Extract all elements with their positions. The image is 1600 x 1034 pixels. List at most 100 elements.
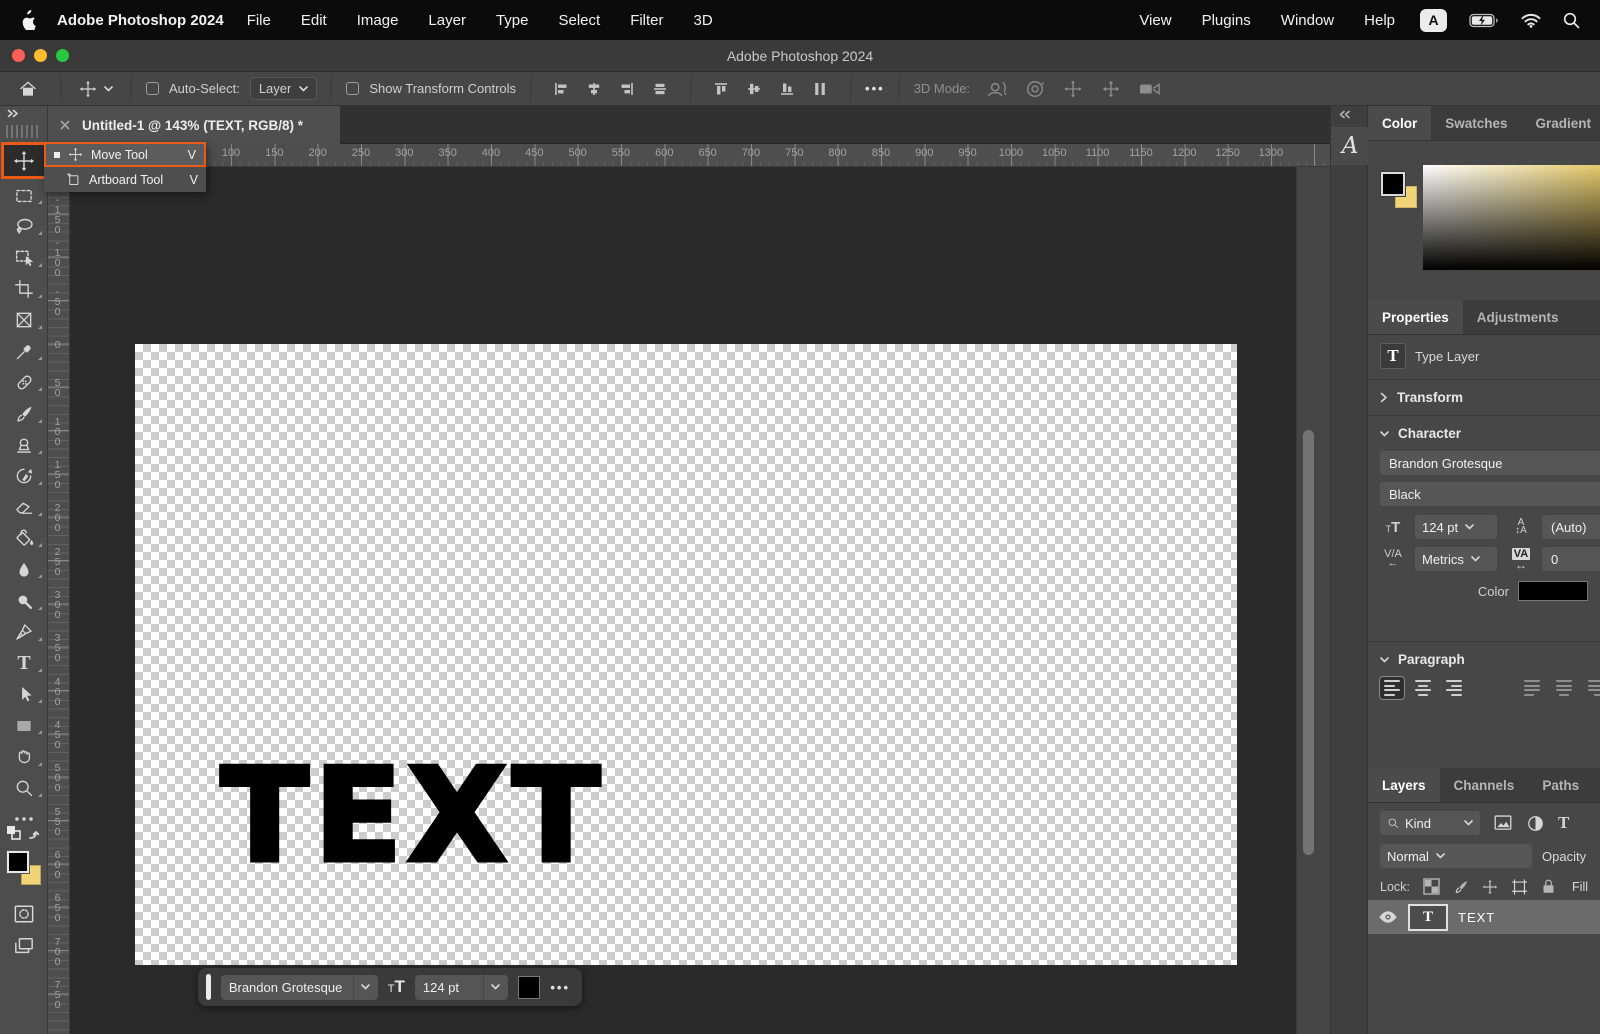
menu-item[interactable]: Image (342, 12, 414, 29)
menu-item[interactable]: 3D (679, 12, 728, 29)
menu-item[interactable]: Layer (413, 12, 481, 29)
align-left-button[interactable] (1380, 677, 1404, 699)
context-text-color-swatch[interactable] (518, 976, 540, 999)
foreground-color-swatch[interactable] (1381, 172, 1405, 196)
character-panel-collapsed-icon[interactable]: A (1331, 127, 1369, 165)
justify-last-right-button[interactable] (1584, 677, 1600, 699)
type-tool[interactable]: T (0, 648, 48, 679)
lock-artboard-icon[interactable] (1511, 879, 1528, 895)
horizontal-ruler[interactable]: 1001502002503003504004505005506006507007… (70, 144, 1330, 167)
screen-mode-button[interactable] (0, 930, 48, 961)
context-more-button[interactable]: ••• (550, 980, 570, 995)
path-selection-tool[interactable] (0, 679, 48, 710)
leading-field[interactable]: (Auto) (1542, 515, 1600, 539)
brush-tool[interactable] (0, 398, 48, 429)
apple-icon[interactable] (20, 10, 37, 30)
text-color-swatch[interactable] (1518, 581, 1588, 601)
window-close-button[interactable] (12, 49, 25, 62)
layer-filter-dropdown[interactable]: Kind (1380, 811, 1480, 835)
lock-position-icon[interactable] (1482, 879, 1498, 895)
menu-item[interactable]: Plugins (1187, 12, 1266, 29)
lock-all-icon[interactable] (1541, 878, 1556, 895)
menu-item[interactable]: Type (481, 12, 544, 29)
menu-item[interactable]: File (232, 12, 286, 29)
frame-tool[interactable] (0, 305, 48, 336)
hand-tool[interactable] (0, 741, 48, 772)
layer-name[interactable]: TEXT (1458, 910, 1495, 925)
transform-section-header[interactable]: Transform (1368, 380, 1600, 415)
justify-last-center-button[interactable] (1552, 677, 1576, 699)
kerning-field[interactable]: 0 (1542, 547, 1600, 571)
options-more-button[interactable]: ••• (865, 81, 885, 96)
canvas[interactable]: TEXT (135, 344, 1237, 965)
tab-adjustments[interactable]: Adjustments (1463, 300, 1573, 334)
align-center-button[interactable] (1411, 677, 1435, 699)
layer-visibility-eye-icon[interactable] (1378, 910, 1398, 924)
dodge-tool[interactable] (0, 585, 48, 616)
tab-channels[interactable]: Channels (1440, 768, 1529, 802)
layer-row-text[interactable]: T TEXT (1368, 900, 1600, 934)
distribute-horizontal-icon[interactable] (652, 81, 668, 97)
auto-select-target-dropdown[interactable]: Layer (250, 77, 318, 100)
history-brush-tool[interactable] (0, 461, 48, 492)
filter-type-icon[interactable]: T (1558, 813, 1569, 833)
window-zoom-button[interactable] (56, 49, 69, 62)
lasso-tool[interactable] (0, 211, 48, 242)
tab-paths[interactable]: Paths (1528, 768, 1593, 802)
home-icon[interactable] (10, 79, 46, 99)
character-section-header[interactable]: Character (1368, 416, 1600, 451)
crop-tool[interactable] (0, 274, 48, 305)
3d-slide-icon[interactable] (1100, 79, 1122, 99)
tab-layers[interactable]: Layers (1368, 768, 1440, 802)
zoom-tool[interactable] (0, 773, 48, 804)
window-minimize-button[interactable] (34, 49, 47, 62)
menu-item[interactable]: Filter (615, 12, 678, 29)
context-bar-drag-handle[interactable] (206, 974, 211, 1000)
input-source-indicator[interactable]: A (1420, 9, 1447, 32)
paint-bucket-tool[interactable] (0, 523, 48, 554)
lock-pixels-icon[interactable] (1453, 879, 1469, 895)
align-right-button[interactable] (1442, 677, 1466, 699)
align-top-edges-icon[interactable] (713, 81, 729, 97)
color-picker-field[interactable] (1423, 165, 1600, 270)
clone-stamp-tool[interactable] (0, 430, 48, 461)
font-family-field[interactable]: Brandon Grotesque (1380, 451, 1600, 475)
eraser-tool[interactable] (0, 492, 48, 523)
3d-roll-icon[interactable] (1024, 79, 1046, 99)
battery-icon[interactable] (1469, 13, 1499, 28)
spot-healing-brush-tool[interactable] (0, 367, 48, 398)
document-tab[interactable]: Untitled-1 @ 143% (TEXT, RGB/8) * (48, 106, 340, 144)
lock-transparency-icon[interactable] (1423, 878, 1440, 895)
move-tool-option-icon[interactable] (75, 80, 117, 98)
filter-adjustment-icon[interactable] (1526, 814, 1545, 833)
show-transform-checkbox[interactable] (346, 82, 359, 95)
3d-pan-icon[interactable] (1062, 79, 1084, 99)
context-font-family-dropdown[interactable]: Brandon Grotesque (221, 975, 378, 1000)
font-size-dropdown[interactable]: 124 pt (1415, 515, 1497, 539)
align-left-edges-icon[interactable] (553, 81, 569, 97)
3d-orbit-icon[interactable] (986, 79, 1008, 99)
flyout-item-artboard-tool[interactable]: Artboard Tool V (44, 167, 206, 192)
justify-last-left-button[interactable] (1520, 677, 1544, 699)
flyout-item-move-tool[interactable]: Move Tool V (44, 142, 206, 167)
layer-thumbnail[interactable]: T (1408, 904, 1448, 931)
rectangle-tool[interactable] (0, 710, 48, 741)
tab-close-icon[interactable] (60, 120, 70, 130)
menu-item[interactable]: Window (1266, 12, 1349, 29)
tab-swatches[interactable]: Swatches (1431, 106, 1521, 140)
menu-item[interactable]: Help (1349, 12, 1410, 29)
tab-gradient[interactable]: Gradient (1522, 106, 1600, 140)
menu-item[interactable]: Edit (286, 12, 342, 29)
rectangular-marquee-tool[interactable] (0, 180, 48, 211)
toolbar-collapse-icon[interactable] (0, 106, 47, 122)
eyedropper-tool[interactable] (0, 336, 48, 367)
spotlight-search-icon[interactable] (1563, 12, 1580, 29)
canvas-scrollbar-thumb[interactable] (1303, 430, 1314, 855)
distribute-vertical-icon[interactable] (812, 81, 828, 97)
font-style-field[interactable]: Black (1380, 482, 1600, 506)
pen-tool[interactable] (0, 617, 48, 648)
context-font-size-dropdown[interactable]: 124 pt (415, 975, 508, 1000)
collapse-panels-icon[interactable] (1331, 106, 1367, 119)
align-bottom-edges-icon[interactable] (779, 81, 795, 97)
vertical-ruler[interactable]: -200-150-100-500501001502002503003504004… (48, 167, 70, 1034)
